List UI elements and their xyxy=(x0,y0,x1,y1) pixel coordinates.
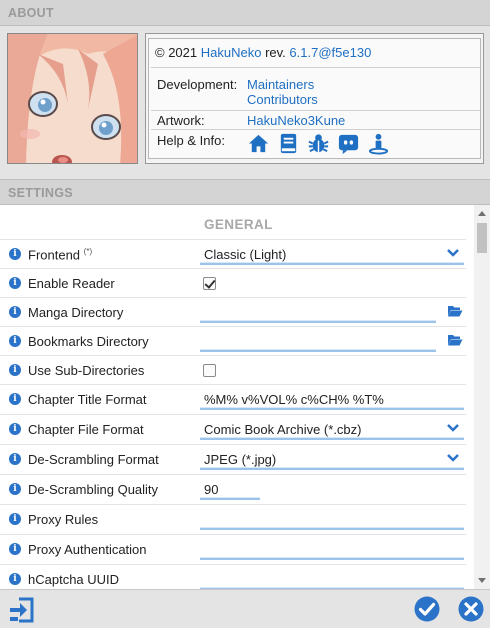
bug-icon[interactable] xyxy=(307,132,330,155)
setting-label: Enable Reader xyxy=(28,276,115,291)
select-value: JPEG (*.jpg) xyxy=(204,452,277,467)
enable-reader-checkbox[interactable] xyxy=(203,277,216,290)
proxy-rules-input[interactable] xyxy=(200,508,464,530)
hcaptcha-uuid-input[interactable] xyxy=(200,568,464,589)
about-info-box: © 2021 HakuNeko rev. 6.1.7@f5e130 Develo… xyxy=(145,33,484,164)
info-icon[interactable]: i xyxy=(9,306,21,318)
setting-row-enable-reader: i Enable Reader xyxy=(0,268,466,298)
de-scrambling-quality-input[interactable]: 90 xyxy=(200,478,260,500)
proxy-authentication-input[interactable] xyxy=(200,538,464,560)
footer-bar xyxy=(0,589,490,628)
info-icon[interactable]: i xyxy=(9,513,21,525)
book-icon[interactable] xyxy=(277,132,300,155)
artwork-label: Artwork: xyxy=(157,113,205,128)
folder-open-icon[interactable] xyxy=(447,304,463,318)
setting-row-de-scrambling-format: i De-Scrambling Format JPEG (*.jpg) xyxy=(0,444,466,474)
chapter-file-format-select[interactable]: Comic Book Archive (*.cbz) xyxy=(200,418,464,440)
setting-row-chapter-file-format: i Chapter File Format Comic Book Archive… xyxy=(0,414,466,444)
contributors-link[interactable]: Contributors xyxy=(247,92,318,107)
copyright-text: © 2021 xyxy=(155,45,198,60)
use-sub-directories-checkbox[interactable] xyxy=(203,364,216,377)
about-section-header: ABOUT xyxy=(0,0,490,26)
folder-open-icon[interactable] xyxy=(447,333,463,347)
chapter-title-format-input[interactable]: %M% v%VOL% c%CH% %T% xyxy=(200,388,464,410)
scroll-down-arrow-icon[interactable] xyxy=(478,578,486,583)
info-icon[interactable]: i xyxy=(9,543,21,555)
restart-note: (*) xyxy=(83,247,93,256)
info-icon[interactable]: i xyxy=(9,393,21,405)
home-icon[interactable] xyxy=(247,132,270,155)
help-icons xyxy=(247,132,390,155)
development-label: Development: xyxy=(157,77,238,92)
setting-label: De-Scrambling Quality xyxy=(28,482,159,497)
info-icon[interactable]: i xyxy=(9,573,21,585)
manga-directory-input[interactable] xyxy=(200,301,436,323)
setting-label: Frontend (*) xyxy=(28,247,92,262)
setting-row-use-sub-directories: i Use Sub-Directories xyxy=(0,355,466,385)
bookmarks-directory-input[interactable] xyxy=(200,330,436,352)
setting-row-chapter-title-format: i Chapter Title Format %M% v%VOL% c%CH% … xyxy=(0,384,466,414)
chevron-down-icon xyxy=(446,451,460,465)
info-icon[interactable]: i xyxy=(9,364,21,376)
setting-label: De-Scrambling Format xyxy=(28,452,159,467)
about-divider xyxy=(151,110,480,111)
version-line: © 2021 HakuNeko rev. 6.1.7@f5e130 xyxy=(155,45,371,60)
setting-row-proxy-rules: i Proxy Rules xyxy=(0,504,466,534)
setting-label: Manga Directory xyxy=(28,305,124,320)
about-divider xyxy=(151,129,480,130)
info-icon[interactable]: i xyxy=(9,483,21,495)
setting-label: Use Sub-Directories xyxy=(28,363,145,378)
version-link[interactable]: 6.1.7@f5e130 xyxy=(289,45,371,60)
setting-label: Proxy Rules xyxy=(28,512,99,527)
person-icon[interactable] xyxy=(367,132,390,155)
setting-row-bookmarks-directory: i Bookmarks Directory xyxy=(0,326,466,356)
info-icon[interactable]: i xyxy=(9,423,21,435)
setting-row-de-scrambling-quality: i De-Scrambling Quality 90 xyxy=(0,474,466,504)
setting-label: Proxy Authentication xyxy=(28,542,147,557)
import-icon[interactable] xyxy=(8,596,34,623)
info-icon[interactable]: i xyxy=(9,453,21,465)
app-name-link[interactable]: HakuNeko xyxy=(201,45,262,60)
info-icon[interactable]: i xyxy=(9,248,21,260)
discord-icon[interactable] xyxy=(337,132,360,155)
setting-label: Chapter File Format xyxy=(28,422,144,437)
close-icon[interactable] xyxy=(458,596,484,622)
artwork-avatar xyxy=(7,33,138,164)
input-value: %M% v%VOL% c%CH% %T% xyxy=(204,392,384,407)
scroll-up-arrow-icon[interactable] xyxy=(478,211,486,216)
info-icon[interactable]: i xyxy=(9,335,21,347)
setting-label: Chapter Title Format xyxy=(28,392,147,407)
scrollbar-thumb[interactable] xyxy=(477,223,487,253)
input-value: 90 xyxy=(204,482,219,497)
chevron-down-icon xyxy=(446,421,460,435)
about-divider xyxy=(151,67,480,68)
chevron-down-icon xyxy=(446,246,460,260)
setting-row-frontend: i Frontend (*) Classic (Light) xyxy=(0,239,466,269)
setting-row-proxy-authentication: i Proxy Authentication xyxy=(0,534,466,564)
about-panel: © 2021 HakuNeko rev. 6.1.7@f5e130 Develo… xyxy=(0,26,490,179)
setting-row-hcaptcha-uuid: i hCaptcha UUID xyxy=(0,564,466,589)
setting-label: hCaptcha UUID xyxy=(28,572,120,587)
settings-section-header: SETTINGS xyxy=(0,179,490,205)
maintainers-link[interactable]: Maintainers xyxy=(247,77,314,92)
artwork-link[interactable]: HakuNeko3Kune xyxy=(247,113,345,128)
settings-panel: GENERAL i Frontend (*) Classic (Light) i… xyxy=(0,205,490,589)
rev-label: rev. xyxy=(265,45,286,60)
help-label: Help & Info: xyxy=(157,133,225,148)
de-scrambling-format-select[interactable]: JPEG (*.jpg) xyxy=(200,448,464,470)
general-group-title: GENERAL xyxy=(204,217,273,232)
about-info-inner: © 2021 HakuNeko rev. 6.1.7@f5e130 Develo… xyxy=(148,38,481,159)
setting-label-text: Frontend xyxy=(28,247,81,263)
setting-row-manga-directory: i Manga Directory xyxy=(0,297,466,327)
confirm-icon[interactable] xyxy=(414,596,440,622)
settings-scrollbar[interactable] xyxy=(474,205,490,589)
select-value: Comic Book Archive (*.cbz) xyxy=(204,422,362,437)
info-icon[interactable]: i xyxy=(9,277,21,289)
setting-label: Bookmarks Directory xyxy=(28,334,149,349)
frontend-select[interactable]: Classic (Light) xyxy=(200,243,464,265)
select-value: Classic (Light) xyxy=(204,247,287,262)
